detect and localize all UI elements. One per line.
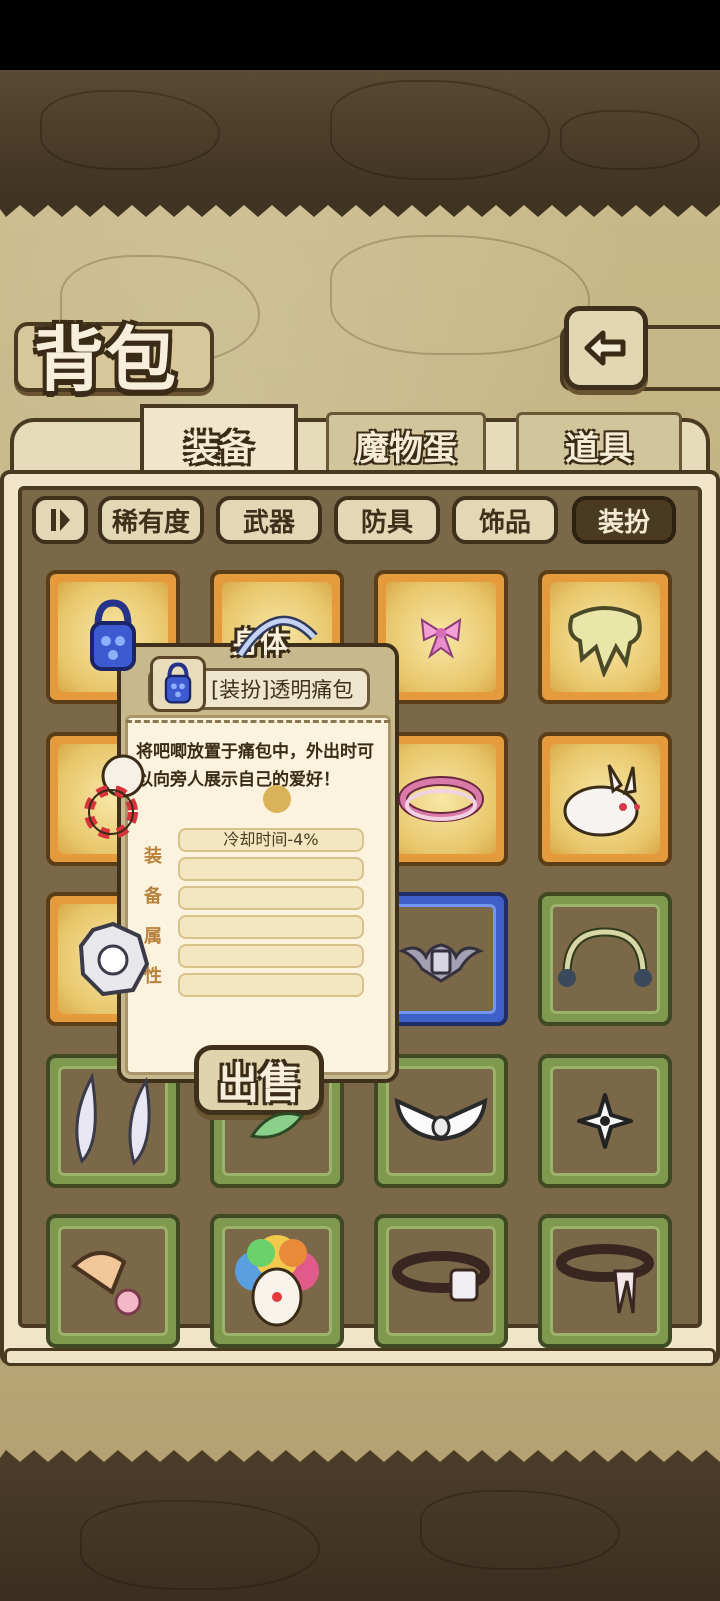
inventory-slot[interactable] xyxy=(538,732,672,866)
return-arrow-icon xyxy=(584,330,626,366)
candy-cane-icon xyxy=(84,754,145,839)
attribute-row xyxy=(178,973,364,997)
tab-monster-eggs[interactable]: 魔物蛋 xyxy=(326,412,486,478)
tab-items[interactable]: 道具 xyxy=(516,412,682,478)
filter-weapon-button[interactable]: 武器 xyxy=(216,496,322,544)
attribute-row xyxy=(178,915,364,939)
status-bar-area xyxy=(0,0,720,70)
flower-horn-icon xyxy=(70,1251,142,1316)
shuriken-icon xyxy=(577,1093,633,1149)
collar-tag-icon xyxy=(392,1251,490,1302)
attribute-row xyxy=(178,944,364,968)
inventory-slot[interactable] xyxy=(46,1214,180,1348)
page-title: 背包 xyxy=(34,319,178,401)
inventory-slot[interactable] xyxy=(374,1214,508,1348)
inventory-slot[interactable] xyxy=(538,892,672,1026)
feather-pair-icon xyxy=(75,1072,151,1166)
item-icon-frame xyxy=(150,656,206,712)
headphones-icon xyxy=(558,927,652,987)
tooltip-divider xyxy=(126,720,390,723)
inventory-slot[interactable] xyxy=(538,570,672,704)
inventory-slot[interactable] xyxy=(210,1214,344,1348)
blue-bag-icon xyxy=(164,662,192,704)
attr-heading-char: 备 xyxy=(144,886,162,907)
torn-edge-bottom xyxy=(0,1450,720,1472)
filter-accessory-button[interactable]: 饰品 xyxy=(452,496,558,544)
bat-wing-emblem-icon xyxy=(398,943,484,983)
torn-edge-top xyxy=(0,195,720,217)
inventory-slot[interactable] xyxy=(538,1054,672,1188)
filter-rarity-button[interactable]: 稀有度 xyxy=(98,496,204,544)
unknown-icon xyxy=(263,785,291,813)
headband-icon xyxy=(235,615,318,658)
map-background-top xyxy=(0,70,720,195)
blue-bag-icon xyxy=(90,599,136,671)
back-button[interactable] xyxy=(564,306,648,390)
tab-items-label: 道具 xyxy=(565,428,633,469)
tab-equipment-label: 装备 xyxy=(185,428,253,469)
bunny-collar-icon xyxy=(556,1244,654,1314)
pink-bow-icon xyxy=(420,618,462,659)
item-name: [装扮]透明痛包 xyxy=(211,678,354,702)
attr-heading-char: 装 xyxy=(144,846,162,867)
sort-toggle-button[interactable] xyxy=(32,496,88,544)
inventory-slot[interactable] xyxy=(538,1214,672,1348)
sort-toggle-icon xyxy=(51,509,70,531)
white-bow-icon xyxy=(394,1097,488,1142)
filter-armor-button[interactable]: 防具 xyxy=(334,496,440,544)
inventory-slot[interactable] xyxy=(46,1054,180,1188)
attribute-row xyxy=(178,886,364,910)
bracelet-icon xyxy=(398,776,484,822)
attribute-row: 冷却时间-4% xyxy=(178,828,364,852)
inventory-bottom-bar xyxy=(4,1348,716,1366)
clown-wig-icon xyxy=(235,1235,319,1327)
yellow-slime-icon xyxy=(568,606,642,677)
white-rabbit-icon xyxy=(563,764,640,837)
green-leaf-icon xyxy=(249,1112,305,1139)
filter-costume-button[interactable]: 装扮 xyxy=(572,496,676,544)
tab-monster-eggs-label: 魔物蛋 xyxy=(355,428,457,469)
bagua-mirror-icon xyxy=(78,921,150,997)
attribute-row xyxy=(178,857,364,881)
map-background-bottom xyxy=(0,1470,720,1601)
